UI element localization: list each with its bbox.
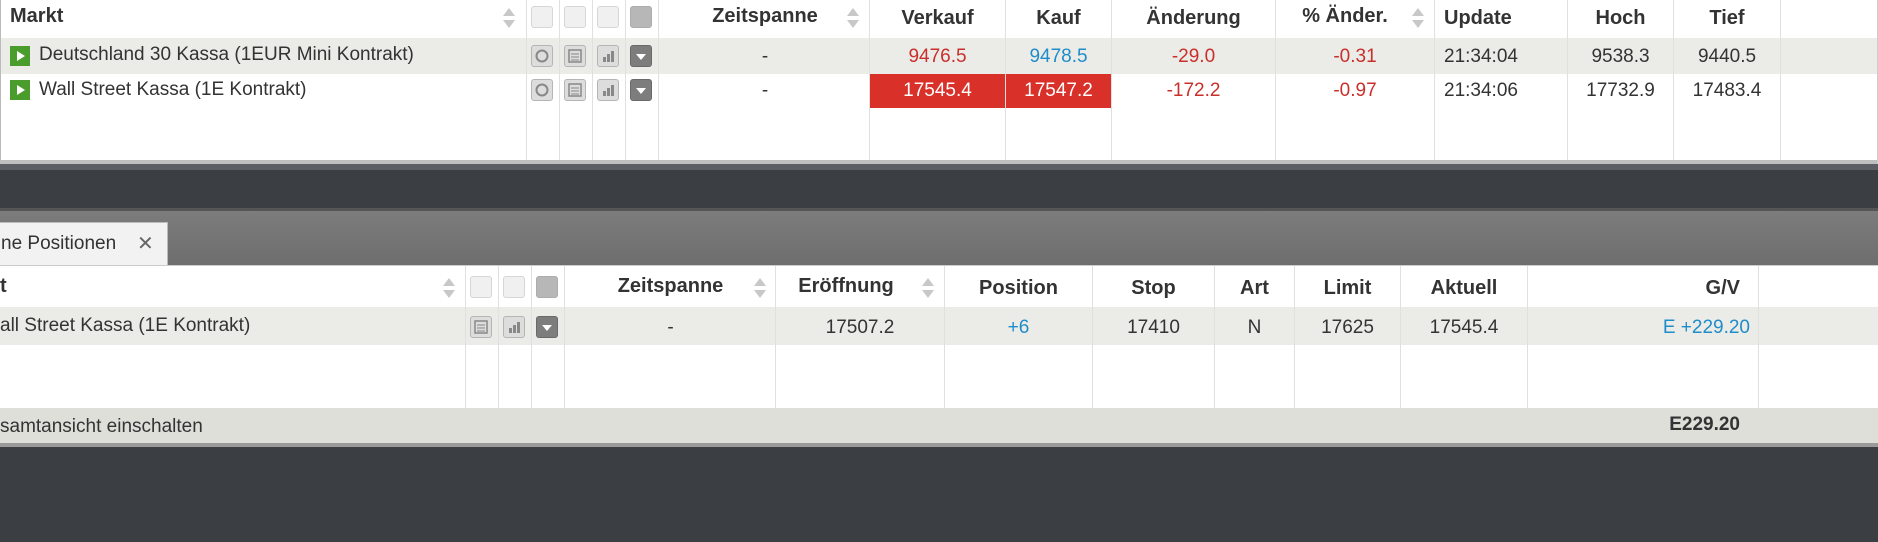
chart-icon[interactable] (503, 316, 525, 338)
change-value: -29.0 (1171, 46, 1216, 67)
header-kauf[interactable]: Kauf (1006, 7, 1111, 30)
header-gv[interactable]: G/V (1528, 277, 1740, 300)
art-value: N (1247, 317, 1262, 338)
header-tief[interactable]: Tief (1674, 7, 1780, 30)
header-art[interactable]: Art (1215, 277, 1294, 300)
zeitspanne-value: - (761, 46, 769, 67)
refresh-icon[interactable] (531, 79, 553, 101)
dropdown-icon[interactable] (630, 45, 652, 67)
dropdown-icon[interactable] (630, 79, 652, 101)
tab-label: ne Positionen (1, 233, 117, 254)
sort-icon[interactable] (921, 276, 935, 300)
news-icon[interactable] (470, 316, 492, 338)
sort-icon[interactable] (846, 6, 860, 30)
pct-change-value: -0.97 (1333, 80, 1377, 101)
play-icon[interactable] (10, 80, 30, 100)
tab-bar (0, 211, 1878, 265)
overview-toggle-link[interactable]: samtansicht einschalten (0, 416, 203, 438)
sort-icon[interactable] (1411, 6, 1425, 30)
position-market-name[interactable]: all Street Kassa (1E Kontrakt) (0, 315, 250, 337)
limit-value[interactable]: 17625 (1295, 317, 1400, 339)
markets-panel: Markt Zeitspanne Verkauf Kauf Änderung %… (0, 0, 1878, 164)
header-hoch[interactable]: Hoch (1568, 7, 1673, 30)
tab-open-positions[interactable]: ne Positionen ✕ (0, 222, 168, 266)
positions-panel: t Zeitspanne Eröffnung Position Stop Art… (0, 265, 1878, 443)
current-price: 17545.4 (1429, 317, 1499, 338)
header-markt[interactable]: Markt (10, 5, 63, 28)
update-time: 21:34:04 (1444, 46, 1518, 67)
position-size[interactable]: +6 (945, 317, 1092, 339)
header-limit[interactable]: Limit (1295, 277, 1400, 300)
sell-price[interactable]: 9476.5 (870, 46, 1005, 68)
total-profit-loss: E229.20 (1669, 414, 1740, 435)
header-aktuell[interactable]: Aktuell (1401, 277, 1527, 300)
chart-icon[interactable] (597, 45, 619, 67)
high-value: 9538.3 (1591, 46, 1650, 67)
chart-icon[interactable] (503, 276, 525, 298)
market-name[interactable]: Wall Street Kassa (1E Kontrakt) (39, 79, 307, 101)
zeitspanne-value: - (761, 80, 769, 101)
pct-change-value: -0.31 (1333, 46, 1377, 67)
dropdown-icon[interactable] (630, 6, 652, 28)
header-zeitspanne[interactable]: Zeitspanne (565, 275, 776, 298)
market-name[interactable]: Deutschland 30 Kassa (1EUR Mini Kontrakt… (39, 44, 414, 66)
header-eroeffnung[interactable]: Eröffnung (776, 275, 916, 298)
refresh-icon[interactable] (531, 45, 553, 67)
update-time: 21:34:06 (1444, 80, 1518, 101)
profit-loss: E +229.20 (1662, 317, 1750, 338)
play-icon[interactable] (10, 46, 30, 66)
high-value: 17732.9 (1586, 80, 1655, 101)
header-zeitspanne[interactable]: Zeitspanne (660, 5, 870, 28)
header-markt[interactable]: t (0, 275, 7, 298)
header-update[interactable]: Update (1444, 7, 1512, 30)
news-icon[interactable] (470, 276, 492, 298)
opening-price: 17507.2 (825, 317, 895, 338)
sell-price[interactable]: 17545.4 (870, 80, 1005, 102)
zeitspanne-value: - (667, 317, 674, 338)
sort-icon[interactable] (502, 6, 516, 30)
buy-price[interactable]: 9478.5 (1006, 46, 1111, 68)
chart-icon[interactable] (597, 6, 619, 28)
header-position[interactable]: Position (945, 277, 1092, 300)
dropdown-icon[interactable] (536, 276, 558, 298)
low-value: 9440.5 (1697, 46, 1757, 67)
dropdown-icon[interactable] (536, 316, 558, 338)
header-stop[interactable]: Stop (1093, 277, 1214, 300)
panel-splitter[interactable] (0, 164, 1878, 170)
news-icon[interactable] (564, 45, 586, 67)
buy-price[interactable]: 17547.2 (1006, 80, 1111, 102)
change-value: -172.2 (1166, 80, 1221, 101)
sort-icon[interactable] (753, 276, 767, 300)
stop-value[interactable]: 17410 (1093, 317, 1214, 339)
chart-icon[interactable] (597, 79, 619, 101)
low-value: 17483.4 (1692, 80, 1762, 101)
news-icon[interactable] (564, 6, 586, 28)
refresh-icon[interactable] (531, 6, 553, 28)
header-verkauf[interactable]: Verkauf (870, 7, 1005, 30)
panel-bottom-border (0, 443, 1878, 447)
sort-icon[interactable] (442, 276, 456, 300)
close-icon[interactable]: ✕ (137, 231, 154, 256)
header-pct-change[interactable]: % Änder. (1276, 5, 1414, 28)
header-aenderung[interactable]: Änderung (1112, 7, 1275, 30)
news-icon[interactable] (564, 79, 586, 101)
